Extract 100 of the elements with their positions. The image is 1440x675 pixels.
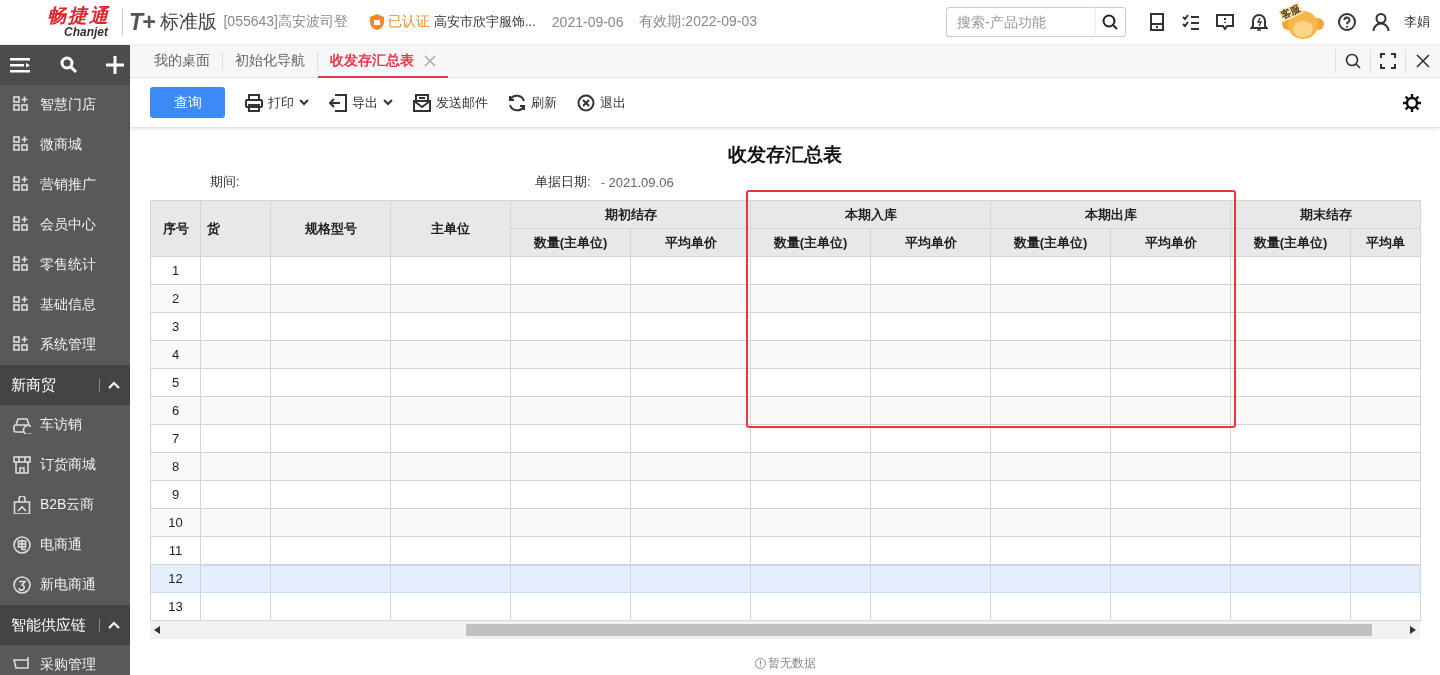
tab[interactable]: 初始化导航 (223, 45, 317, 78)
column-header: 平均单 (1350, 228, 1421, 257)
row-number: 3 (150, 312, 201, 341)
sidebar-item[interactable]: 营销推广 (0, 165, 130, 205)
message-icon[interactable] (1216, 13, 1234, 31)
settings-icon[interactable] (1402, 92, 1422, 113)
toolbar-button[interactable]: 导出 (329, 93, 393, 112)
column-header: 本期出库 (990, 200, 1231, 229)
left-arrow-icon[interactable] (154, 626, 160, 634)
sidebar-item[interactable]: 新电商通 (0, 565, 130, 605)
period-label: 期间: (210, 173, 241, 191)
empty-message: 暂无数据 (767, 655, 816, 672)
column-header: 平均单价 (870, 228, 991, 257)
column-header: 数量(主单位) (1230, 228, 1351, 257)
column-header: 数量(主单位) (510, 228, 631, 257)
search-field[interactable]: 搜索-产品功能 (946, 7, 1096, 37)
column-header: 平均单价 (1110, 228, 1231, 257)
row-number: 6 (150, 396, 201, 425)
brand-subtitle: Chanjet (64, 25, 108, 39)
row-number: 5 (150, 368, 201, 397)
search-icon (1102, 13, 1119, 31)
sidebar-item[interactable]: 车访销 (0, 405, 130, 445)
cancel-icon (577, 93, 595, 112)
date-value: - 2021.09.06 (600, 174, 674, 190)
search-icon[interactable] (1345, 53, 1361, 69)
search-icon[interactable] (60, 56, 78, 74)
grid-icon (13, 296, 31, 314)
bell-icon[interactable] (1250, 13, 1268, 31)
edition-label: 标准版 (160, 10, 218, 34)
row-number: 12 (150, 564, 201, 593)
brand-logo: 畅捷通 (47, 5, 110, 26)
date-label: 单据日期: (535, 173, 591, 191)
info-icon (754, 658, 766, 669)
column-header: 数量(主单位) (990, 228, 1111, 257)
horizontal-scrollbar[interactable] (150, 621, 1420, 639)
search-button[interactable] (1096, 7, 1126, 37)
product-logo: T+ (129, 8, 155, 36)
bag-icon (13, 496, 31, 514)
toolbar-button[interactable]: 发送邮件 (413, 93, 488, 112)
store-icon (13, 456, 31, 474)
sidebar-item[interactable]: 电商通 (0, 525, 130, 565)
sidebar-section[interactable]: 新商贸 (0, 365, 130, 405)
sidebar-item[interactable]: 采购管理 (0, 645, 130, 675)
row-number: 1 (150, 256, 201, 285)
column-header: 期末结存 (1230, 200, 1421, 229)
column-header: 货 (200, 200, 271, 257)
right-arrow-icon[interactable] (1410, 626, 1416, 634)
grid-icon (13, 216, 31, 234)
tab[interactable]: 我的桌面 (142, 45, 222, 78)
row-number: 2 (150, 284, 201, 313)
circle-icon (13, 576, 31, 594)
grid-icon (13, 136, 31, 154)
sidebar-item[interactable]: 微商城 (0, 125, 130, 165)
sidebar-item[interactable]: 基础信息 (0, 285, 130, 325)
column-header: 序号 (150, 200, 201, 257)
envelope-icon (413, 93, 431, 112)
caret-icon (299, 99, 309, 106)
grid-icon (13, 96, 31, 114)
column-header: 平均单价 (630, 228, 751, 257)
column-header: 主单位 (390, 200, 511, 257)
shield-icon (370, 14, 384, 30)
company-name: 高安市欣宇服饰... (434, 13, 536, 31)
row-number: 9 (150, 480, 201, 509)
grid-icon (13, 256, 31, 274)
sidebar-item[interactable]: 系统管理 (0, 325, 130, 365)
sidebar-item[interactable]: 订货商城 (0, 445, 130, 485)
fullscreen-icon[interactable] (1380, 53, 1396, 69)
sidebar-item[interactable]: B2B云商 (0, 485, 130, 525)
refresh-icon (508, 93, 526, 112)
grid-icon (13, 176, 31, 194)
report-title: 收发存汇总表 (727, 143, 843, 167)
help-icon[interactable] (1338, 13, 1356, 31)
column-header: 规格型号 (270, 200, 391, 257)
row-number: 7 (150, 424, 201, 453)
query-button[interactable]: 查询 (150, 87, 225, 118)
checklist-icon[interactable] (1182, 13, 1200, 31)
printer-icon (245, 93, 263, 112)
row-number: 8 (150, 452, 201, 481)
row-number: 11 (150, 536, 201, 565)
user-icon[interactable] (1372, 13, 1390, 31)
row-number: 13 (150, 592, 201, 621)
certified-label: 已认证 (388, 13, 430, 31)
sidebar-item[interactable]: 智慧门店 (0, 85, 130, 125)
toolbar-button[interactable]: 退出 (577, 93, 626, 112)
toolbar-button[interactable]: 打印 (245, 93, 309, 112)
column-header: 期初结存 (510, 200, 751, 229)
menu-icon[interactable] (10, 56, 32, 74)
user-name[interactable]: 李娟 (1404, 13, 1430, 31)
row-number: 4 (150, 340, 201, 369)
export-icon (329, 93, 347, 112)
close-icon[interactable] (1415, 53, 1431, 69)
toolbar-button[interactable]: 刷新 (508, 93, 557, 112)
column-header: 本期入库 (750, 200, 991, 229)
save-icon[interactable] (1148, 13, 1166, 31)
date-label: 2021-09-06 (551, 14, 624, 30)
sidebar-section[interactable]: 智能供应链 (0, 605, 130, 645)
sidebar-item[interactable]: 零售统计 (0, 245, 130, 285)
account-label: [055643]高安波司登 (223, 13, 348, 31)
add-icon[interactable] (106, 56, 124, 74)
sidebar-item[interactable]: 会员中心 (0, 205, 130, 245)
